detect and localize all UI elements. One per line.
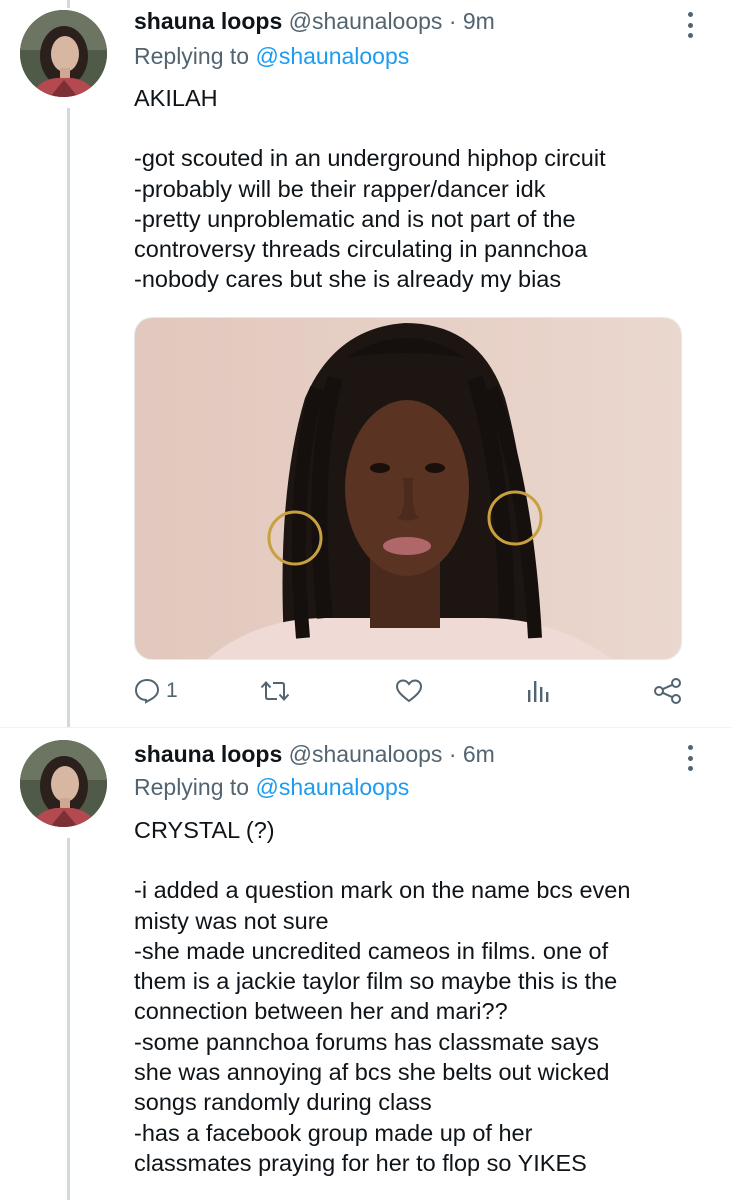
like-icon	[395, 679, 423, 703]
timestamp[interactable]: 9m	[463, 8, 495, 34]
tweet-line: songs randomly during class	[134, 1089, 432, 1116]
tweet-line: CRYSTAL (?)	[134, 817, 275, 843]
share-button[interactable]	[653, 675, 683, 707]
retweet-icon	[260, 681, 290, 701]
retweet-button[interactable]	[260, 675, 290, 707]
avatar[interactable]	[20, 740, 107, 827]
tweet[interactable]: shauna loops @shaunaloops · 6m Replying …	[0, 733, 731, 1200]
replying-handle-link[interactable]: @shaunaloops	[255, 43, 409, 69]
tweet-line: them is a jackie taylor film so maybe th…	[134, 968, 618, 995]
reply-icon	[134, 678, 160, 704]
display-name[interactable]: shauna loops	[134, 8, 282, 34]
tweet-line: classmates praying for her to flop so YI…	[134, 1149, 587, 1176]
replying-prefix: Replying to	[134, 774, 250, 800]
tweet-line: connection between her and mari??	[134, 998, 508, 1025]
tweet-line: -got scouted in an underground hiphop ci…	[134, 145, 606, 172]
views-button[interactable]	[525, 675, 551, 707]
display-name[interactable]: shauna loops	[134, 741, 282, 767]
tweet-line: -probably will be their rapper/dancer id…	[134, 175, 546, 202]
tweet-line: controversy threads circulating in pannc…	[134, 236, 588, 263]
separator: ·	[448, 741, 457, 767]
replying-to: Replying to @shaunaloops	[134, 41, 409, 71]
tweet-line: -i added a question mark on the name bcs…	[134, 877, 631, 904]
avatar[interactable]	[20, 10, 107, 97]
separator: ·	[448, 8, 457, 34]
replying-handle-link[interactable]: @shaunaloops	[255, 774, 409, 800]
tweet-header: shauna loops @shaunaloops · 6m	[134, 739, 495, 769]
tweet-photo[interactable]	[134, 317, 682, 660]
tweet-text: AKILAH -got scouted in an underground hi…	[134, 83, 704, 295]
replying-to: Replying to @shaunaloops	[134, 772, 409, 802]
handle[interactable]: @shaunaloops	[289, 8, 443, 34]
reply-count: 1	[166, 679, 178, 702]
like-button[interactable]	[395, 675, 423, 707]
views-icon	[528, 681, 549, 702]
tweet-line: -nobody cares but she is already my bias	[134, 266, 562, 293]
timestamp[interactable]: 6m	[463, 741, 495, 767]
tweet-line: AKILAH	[134, 85, 218, 111]
tweet-divider	[0, 727, 731, 728]
tweet-text: CRYSTAL (?) -i added a question mark on …	[134, 815, 704, 1178]
tweet-line: misty was not sure	[134, 907, 329, 934]
tweet-line	[134, 845, 704, 875]
tweet-line: -some pannchoa forums has classmate says	[134, 1028, 599, 1055]
share-icon	[654, 678, 681, 704]
more-options-icon[interactable]	[680, 8, 700, 42]
tweet-line: she was annoying af bcs she belts out wi…	[134, 1059, 610, 1086]
reply-button[interactable]: 1	[134, 675, 178, 707]
tweet-line: -has a facebook group made up of her	[134, 1119, 533, 1146]
tweet[interactable]: shauna loops @shaunaloops · 9m Replying …	[0, 0, 731, 727]
more-options-icon[interactable]	[680, 741, 700, 775]
tweet-line	[134, 113, 704, 143]
replying-prefix: Replying to	[134, 43, 250, 69]
handle[interactable]: @shaunaloops	[289, 741, 443, 767]
tweet-line: -she made uncredited cameos in films. on…	[134, 937, 609, 964]
tweet-actions: 1	[134, 675, 694, 707]
tweet-line: -pretty unproblematic and is not part of…	[134, 205, 576, 232]
tweet-header: shauna loops @shaunaloops · 9m	[134, 6, 495, 36]
